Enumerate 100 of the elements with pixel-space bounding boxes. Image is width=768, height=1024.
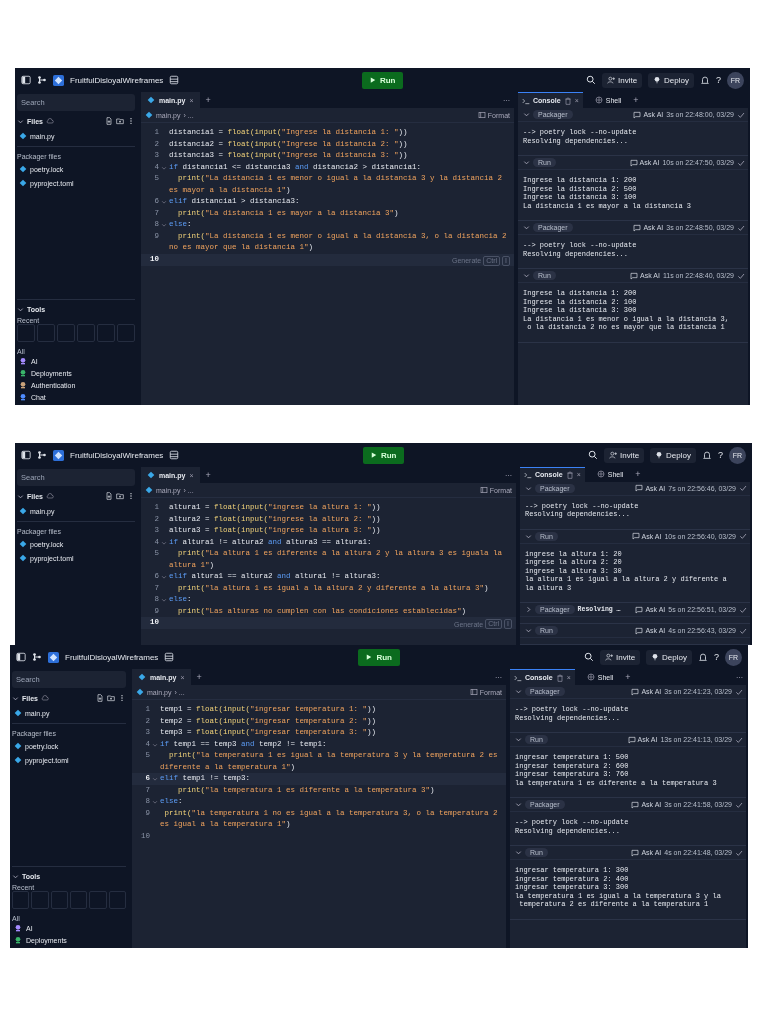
recent-tile[interactable] <box>31 891 49 909</box>
new-folder-icon[interactable] <box>116 117 124 125</box>
add-tab-button[interactable]: + <box>196 672 202 682</box>
new-folder-icon[interactable] <box>116 492 124 500</box>
bell-icon[interactable] <box>702 450 712 460</box>
tool-icon <box>19 357 27 365</box>
chevron-down-icon[interactable] <box>17 492 24 500</box>
more-icon[interactable] <box>118 694 126 702</box>
branch-icon[interactable] <box>37 450 47 460</box>
chevron-down-icon[interactable] <box>525 532 532 540</box>
new-file-icon[interactable] <box>105 117 113 125</box>
fold-chevron-icon[interactable] <box>152 799 158 805</box>
sidebar-toggle-icon[interactable] <box>21 75 31 85</box>
format-icon <box>479 486 488 494</box>
fold-chevron-icon[interactable] <box>161 574 167 580</box>
deploy-button[interactable]: Deploy <box>650 447 696 463</box>
more-icon[interactable] <box>127 117 135 125</box>
globe-icon <box>596 470 605 479</box>
recent-tile[interactable] <box>12 891 30 909</box>
recent-tile[interactable] <box>37 324 55 342</box>
recent-tile[interactable] <box>17 324 35 342</box>
invite-button[interactable]: Invite <box>601 72 643 88</box>
fold-chevron-icon[interactable] <box>161 164 167 171</box>
chat-bubble-icon <box>631 800 640 809</box>
chevron-down-icon[interactable] <box>525 484 532 492</box>
branch-icon[interactable] <box>32 652 42 662</box>
recent-tile[interactable] <box>77 324 95 342</box>
invite-button[interactable]: Invite <box>603 447 645 463</box>
deploy-button[interactable]: Deploy <box>646 649 692 665</box>
invite-button[interactable]: Invite <box>599 649 641 665</box>
search-icon[interactable] <box>587 450 598 460</box>
add-tab-button[interactable]: + <box>625 672 631 682</box>
new-folder-icon[interactable] <box>107 694 115 702</box>
add-tab-button[interactable]: + <box>633 95 639 105</box>
layout-icon[interactable] <box>169 450 180 460</box>
recent-tile[interactable] <box>108 891 126 909</box>
fold-chevron-icon[interactable] <box>161 199 167 205</box>
more-icon[interactable] <box>127 492 135 500</box>
chevron-down-icon[interactable] <box>523 224 530 231</box>
layout-icon[interactable] <box>164 652 175 662</box>
chevron-down-icon[interactable] <box>515 688 522 695</box>
chevron-down-icon[interactable] <box>12 873 19 880</box>
help-link[interactable]: ? <box>718 450 723 460</box>
play-icon <box>366 654 373 660</box>
project-name[interactable]: FruitfulDisloyalWireframes <box>70 450 164 460</box>
recent-tile[interactable] <box>97 324 115 342</box>
fold-chevron-icon[interactable] <box>161 539 167 546</box>
format-icon <box>477 111 486 119</box>
chevron-down-icon[interactable] <box>12 694 19 702</box>
fold-chevron-icon[interactable] <box>161 222 167 228</box>
chevron-down-icon[interactable] <box>523 159 530 166</box>
recent-tile[interactable] <box>57 324 75 342</box>
chevron-down-icon[interactable] <box>17 306 24 313</box>
recent-tile[interactable] <box>50 891 68 909</box>
project-name[interactable]: FruitfulDisloyalWireframes <box>70 75 164 85</box>
run-button[interactable]: Run <box>358 648 400 666</box>
bell-icon[interactable] <box>698 652 708 662</box>
help-link[interactable]: ? <box>716 75 721 85</box>
branch-icon[interactable] <box>37 75 47 85</box>
trash-icon[interactable] <box>555 673 564 682</box>
chevron-right-icon[interactable] <box>525 606 532 613</box>
tool-icon <box>14 936 22 944</box>
chevron-down-icon[interactable] <box>523 272 530 279</box>
new-file-icon[interactable] <box>96 694 104 702</box>
chevron-down-icon[interactable] <box>523 111 530 118</box>
sidebar-toggle-icon[interactable] <box>21 450 31 460</box>
add-tab-button[interactable]: + <box>205 95 211 105</box>
chat-bubble-icon <box>635 605 644 614</box>
check-icon <box>735 848 743 857</box>
run-button[interactable]: Run <box>361 71 404 89</box>
check-icon <box>735 735 743 744</box>
chat-bubble-icon <box>631 687 640 696</box>
recent-tile[interactable] <box>70 891 88 909</box>
recent-tile[interactable] <box>89 891 107 909</box>
fold-chevron-icon[interactable] <box>161 597 167 603</box>
layout-icon[interactable] <box>169 75 180 85</box>
fold-chevron-icon[interactable] <box>152 776 158 782</box>
project-name[interactable]: FruitfulDisloyalWireframes <box>65 652 159 662</box>
fold-chevron-icon[interactable] <box>152 741 158 748</box>
project-logo-icon <box>48 651 59 663</box>
trash-icon[interactable] <box>563 96 572 105</box>
chevron-down-icon[interactable] <box>515 849 522 856</box>
run-button[interactable]: Run <box>362 446 405 464</box>
chat-bubble-icon <box>635 484 644 492</box>
sidebar-toggle-icon[interactable] <box>16 652 26 662</box>
chevron-down-icon[interactable] <box>525 627 532 634</box>
chevron-down-icon[interactable] <box>515 801 522 808</box>
recent-tile[interactable] <box>117 324 135 342</box>
search-icon[interactable] <box>585 75 596 85</box>
check-icon <box>737 271 745 280</box>
search-icon[interactable] <box>583 652 594 662</box>
help-link[interactable]: ? <box>714 652 719 662</box>
add-tab-button[interactable]: + <box>205 470 211 480</box>
new-file-icon[interactable] <box>105 492 113 500</box>
chevron-down-icon[interactable] <box>515 736 522 743</box>
trash-icon[interactable] <box>565 470 574 479</box>
deploy-button[interactable]: Deploy <box>648 72 694 88</box>
add-tab-button[interactable]: + <box>635 469 641 480</box>
bell-icon[interactable] <box>700 75 710 85</box>
chevron-down-icon[interactable] <box>17 117 24 125</box>
